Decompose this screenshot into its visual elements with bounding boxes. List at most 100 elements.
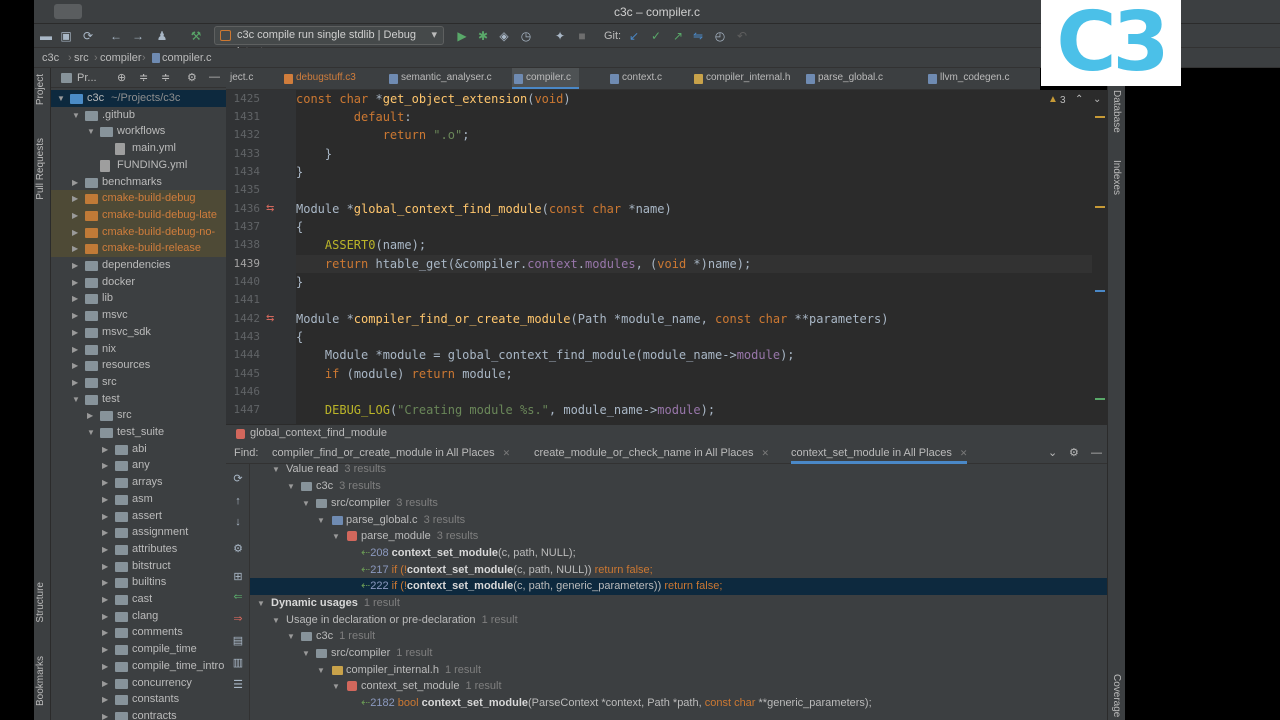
chevron-down-icon[interactable]: ▼ xyxy=(72,107,82,124)
chevron-right-icon[interactable]: ▶ xyxy=(102,641,112,658)
tree-item[interactable]: ▶ msvc xyxy=(51,307,226,324)
run-configuration-select[interactable]: c3c compile run single stdlib | Debug la… xyxy=(214,26,444,58)
result-usage[interactable]: ⇠217 if (!context_set_module(c, path, NU… xyxy=(250,562,1107,579)
tree-item[interactable]: ▶ attributes xyxy=(51,541,226,558)
tree-item[interactable]: ▶ resources xyxy=(51,357,226,374)
result-group[interactable]: ▼ src/compiler 3 results xyxy=(250,495,1107,512)
tree-item[interactable]: ▶ benchmarks xyxy=(51,174,226,191)
profile-icon[interactable]: ◷ xyxy=(518,28,534,44)
editor-tab[interactable]: llvm_codegen.c xyxy=(926,68,1009,89)
chevron-down-icon[interactable]: ▼ xyxy=(87,123,97,140)
tree-item[interactable]: ▶ abi xyxy=(51,441,226,458)
editor-tab[interactable]: context.c xyxy=(608,68,662,89)
structure-tool-tab[interactable]: Structure xyxy=(35,582,46,623)
chevron-down-icon[interactable]: ⌄ xyxy=(1093,94,1101,105)
chevron-right-icon[interactable]: ▶ xyxy=(102,708,112,720)
chevron-right-icon[interactable]: ▶ xyxy=(102,658,112,675)
tree-item[interactable]: ▶ assert xyxy=(51,508,226,525)
stop-icon[interactable]: ■ xyxy=(574,28,590,44)
editor-tab[interactable]: parse_global.c xyxy=(804,68,883,89)
chevron-right-icon[interactable]: ▶ xyxy=(72,190,82,207)
code-editor[interactable]: const char *get_object_extension(void) d… xyxy=(296,90,1107,424)
attach-debugger-icon[interactable]: ✦ xyxy=(552,28,568,44)
chevron-right-icon[interactable]: ▶ xyxy=(72,240,82,257)
history-clock-icon[interactable]: ◴ xyxy=(712,28,728,44)
result-usage[interactable]: ⇠208 context_set_module(c, path, NULL); xyxy=(250,545,1107,562)
editor-scrollbar[interactable] xyxy=(1092,90,1107,424)
result-group[interactable]: ▼ context_set_module 1 result xyxy=(250,678,1107,695)
tree-item[interactable]: ▶ clang xyxy=(51,608,226,625)
result-usage-selected[interactable]: ⇠222 if (!context_set_module(c, path, ge… xyxy=(250,578,1107,595)
chevron-right-icon[interactable]: ▶ xyxy=(72,207,82,224)
chevron-right-icon[interactable]: ▶ xyxy=(102,574,112,591)
override-icon[interactable]: ⇆ xyxy=(266,203,274,214)
tree-item[interactable]: ▶ nix xyxy=(51,341,226,358)
chevron-right-icon[interactable]: ▶ xyxy=(72,341,82,358)
result-group[interactable]: ▼ src/compiler 1 result xyxy=(250,645,1107,662)
result-group[interactable]: ▼ parse_global.c 3 results xyxy=(250,512,1107,529)
tree-item[interactable]: ▶ cmake-build-debug xyxy=(51,190,226,208)
minimize-icon[interactable]: — xyxy=(209,71,220,83)
tree-item[interactable]: ▶ bitstruct xyxy=(51,558,226,575)
chevron-right-icon[interactable]: ▶ xyxy=(87,407,97,424)
file-group-icon[interactable]: ▥ xyxy=(231,656,245,670)
tree-item[interactable]: ▼ c3c ~/Projects/c3c xyxy=(51,90,226,107)
save-icon[interactable]: ▣ xyxy=(58,28,74,44)
user-icon[interactable]: ♟ xyxy=(154,28,170,44)
write-access-icon[interactable]: ⇒ xyxy=(231,612,245,626)
tree-item[interactable]: ▶ any xyxy=(51,457,226,474)
editor-tab[interactable]: ject.c xyxy=(226,68,253,89)
chevron-right-icon[interactable]: ▶ xyxy=(102,524,112,541)
editor-tab[interactable]: debugstuff.c3 xyxy=(282,68,356,89)
back-arrow-icon[interactable]: ← xyxy=(108,28,124,44)
sync-icon[interactable]: ⟳ xyxy=(80,28,96,44)
gear-icon[interactable]: ⚙ xyxy=(1069,442,1079,464)
chevron-right-icon[interactable]: ▶ xyxy=(72,357,82,374)
git-merge-icon[interactable]: ⇋ xyxy=(690,28,706,44)
database-tool-tab[interactable]: Database xyxy=(1111,90,1122,133)
breadcrumb-item[interactable]: compiler.c xyxy=(162,52,212,64)
gear-icon[interactable]: ⚙ xyxy=(231,542,245,556)
warning-marker[interactable] xyxy=(1095,206,1105,208)
find-tab[interactable]: compiler_find_or_create_module in All Pl… xyxy=(272,442,510,464)
coverage-tool-tab[interactable]: Coverage xyxy=(1111,674,1122,717)
result-group[interactable]: ▼ parse_module 3 results xyxy=(250,528,1107,545)
tree-item[interactable]: ▼ test_suite xyxy=(51,424,226,441)
result-group[interactable]: ▼ Usage in declaration or pre-declaratio… xyxy=(250,612,1107,629)
current-function-label[interactable]: global_context_find_module xyxy=(250,427,387,439)
override-icon[interactable]: ⇆ xyxy=(266,313,274,324)
chevron-right-icon[interactable]: ▶ xyxy=(72,174,82,191)
chevron-down-icon[interactable]: ⌄ xyxy=(1048,442,1057,464)
find-tab-active[interactable]: context_set_module in All Places ✕ xyxy=(791,442,968,464)
chevron-right-icon[interactable]: ▶ xyxy=(102,675,112,692)
tree-item[interactable]: ▼ .github xyxy=(51,107,226,124)
tree-item[interactable]: ▶ assignment xyxy=(51,524,226,541)
down-arrow-icon[interactable]: ↓ xyxy=(231,515,245,529)
pull-requests-tool-tab[interactable]: Pull Requests xyxy=(35,138,46,200)
breadcrumb-item[interactable]: compiler xyxy=(100,52,142,64)
chevron-up-icon[interactable]: ⌃ xyxy=(1075,94,1083,105)
chevron-right-icon[interactable]: ▶ xyxy=(102,441,112,458)
tree-item[interactable]: ▶ msvc_sdk xyxy=(51,324,226,341)
tree-item[interactable]: ▶ contracts xyxy=(51,708,226,720)
chevron-right-icon[interactable]: ▶ xyxy=(72,290,82,307)
indexes-tool-tab[interactable]: Indexes xyxy=(1111,160,1122,195)
up-arrow-icon[interactable]: ↑ xyxy=(231,494,245,508)
tree-item[interactable]: ▶ comments xyxy=(51,624,226,641)
bookmarks-tool-tab[interactable]: Bookmarks xyxy=(35,656,46,706)
tree-item[interactable]: ▶ lib xyxy=(51,290,226,307)
git-commit-icon[interactable]: ✓ xyxy=(648,28,664,44)
result-group[interactable]: ▼ c3c 3 results xyxy=(250,478,1107,495)
project-panel-title[interactable]: Pr... xyxy=(77,72,97,84)
result-group[interactable]: ▼ Value read 3 results xyxy=(250,464,1107,478)
chevron-down-icon[interactable]: ▼ xyxy=(72,391,82,408)
tree-item[interactable]: main.yml xyxy=(51,140,226,157)
tree-item[interactable]: ▶ arrays xyxy=(51,474,226,491)
chevron-right-icon[interactable]: ▶ xyxy=(72,307,82,324)
editor-tab-active[interactable]: compiler.c xyxy=(512,68,580,89)
chevron-right-icon[interactable]: ▶ xyxy=(102,508,112,525)
tree-item[interactable]: ▶ cmake-build-debug-no- xyxy=(51,223,226,241)
chevron-right-icon[interactable]: ▶ xyxy=(72,257,82,274)
chevron-right-icon[interactable]: ▶ xyxy=(72,324,82,341)
chevron-down-icon[interactable]: ▼ xyxy=(57,90,67,107)
